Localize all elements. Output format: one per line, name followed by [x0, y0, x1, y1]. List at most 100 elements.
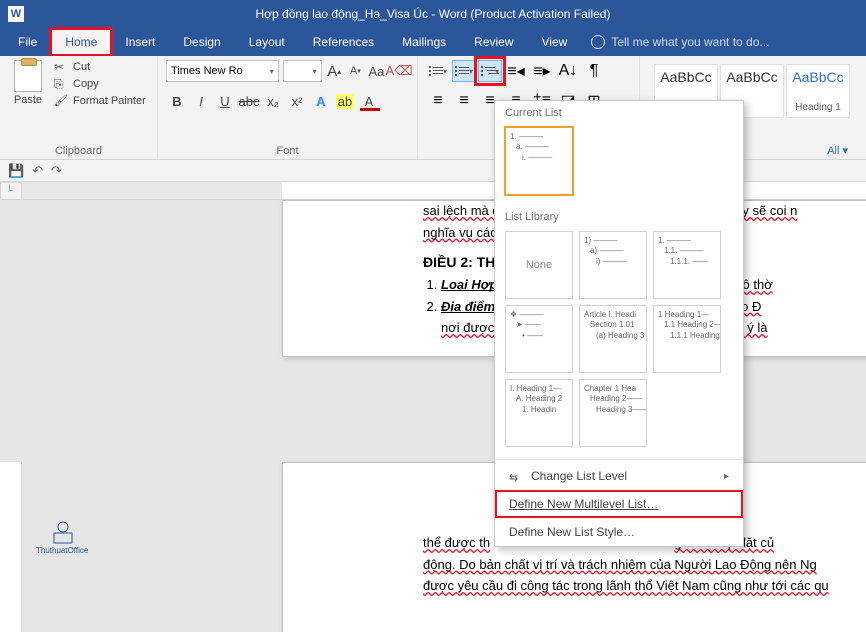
- list-thumb[interactable]: I. Heading 1—A. Heading 21. Headin: [505, 379, 573, 447]
- chevron-down-icon: ▾: [313, 67, 317, 76]
- tab-layout[interactable]: Layout: [235, 29, 299, 55]
- tab-insert[interactable]: Insert: [111, 29, 169, 55]
- tab-design[interactable]: Design: [169, 29, 234, 55]
- font-label: Font: [166, 145, 409, 157]
- tell-me-text: Tell me what you want to do...: [611, 35, 769, 49]
- bullets-icon: [429, 65, 443, 77]
- menu-item-label: Change List Level: [531, 469, 627, 483]
- list-thumb[interactable]: 1. ———1.1. ———1.1.1. ——: [653, 231, 721, 299]
- multilevel-list-panel: Current List 1. ——— a. ——— i. ——— List L…: [494, 100, 744, 547]
- save-button[interactable]: 💾: [8, 163, 24, 179]
- watermark-logo: ThuthuatOffice: [36, 518, 88, 555]
- change-case-button[interactable]: Aa: [368, 61, 385, 81]
- vertical-ruler[interactable]: [0, 462, 22, 632]
- define-multilevel-list-item[interactable]: Define New Multilevel List…: [495, 490, 743, 518]
- style-sample: AaBbCc: [657, 69, 715, 85]
- window-title: Hợp đồng lao động_Ha_Visa Úc - Word (Pro…: [256, 7, 611, 21]
- ruler-corner: L: [0, 182, 22, 200]
- chevron-down-icon: ▾: [469, 67, 473, 76]
- clear-format-button[interactable]: A⌫: [389, 61, 409, 81]
- strike-button[interactable]: abc: [238, 90, 260, 112]
- shrink-font-button[interactable]: A▾: [347, 61, 364, 81]
- font-size-select[interactable]: ▾: [283, 60, 322, 82]
- copy-label: Copy: [73, 78, 99, 90]
- style-heading1[interactable]: AaBbCc Heading 1: [786, 64, 850, 118]
- tab-view[interactable]: View: [528, 29, 582, 55]
- style-sample: AaBbCc: [723, 69, 781, 85]
- menu-item-label: Define New Multilevel List…: [509, 497, 658, 511]
- copy-button[interactable]: Copy: [54, 77, 146, 91]
- thumb-line: 1. ———: [510, 132, 568, 142]
- increase-indent-button[interactable]: ≡▸: [530, 60, 554, 82]
- cut-label: Cut: [73, 61, 90, 73]
- group-clipboard: Paste Cut Copy Format Painter Clipboard: [0, 56, 158, 159]
- format-painter-label: Format Painter: [73, 95, 146, 107]
- paste-label: Paste: [14, 94, 42, 106]
- grow-font-button[interactable]: A▴: [326, 61, 343, 81]
- tab-file[interactable]: File: [4, 29, 51, 55]
- list-thumb[interactable]: ❖ ———➤ ——• ——: [505, 305, 573, 373]
- body-text: động. Do bản chất vị trí và trách nhiệm …: [423, 555, 865, 575]
- tab-mailings[interactable]: Mailings: [388, 29, 460, 55]
- align-center-button[interactable]: ≡: [452, 90, 476, 112]
- font-name-value: Times New Ro: [171, 65, 243, 77]
- subscript-button[interactable]: x₂: [262, 90, 284, 112]
- chevron-down-icon: ▾: [495, 67, 499, 76]
- underline-button[interactable]: U: [214, 90, 236, 112]
- paste-button[interactable]: Paste: [8, 60, 48, 108]
- superscript-button[interactable]: x²: [286, 90, 308, 112]
- list-thumb[interactable]: 1) ———a) ———i) ———: [579, 231, 647, 299]
- panel-section-library: List Library: [495, 205, 743, 227]
- multilevel-list-button[interactable]: ▾: [478, 60, 502, 82]
- copy-icon: [54, 77, 68, 91]
- numbering-button[interactable]: ▾: [452, 60, 476, 82]
- show-marks-button[interactable]: ¶: [582, 60, 606, 82]
- chevron-down-icon: ▾: [443, 67, 447, 76]
- bullets-button[interactable]: ▾: [426, 60, 450, 82]
- list-thumb[interactable]: Article I. HeadiSection 1.01(a) Heading …: [579, 305, 647, 373]
- title-bar: W Hợp đồng lao động_Ha_Visa Úc - Word (P…: [0, 0, 866, 28]
- list-thumb-current[interactable]: 1. ——— a. ——— i. ———: [505, 127, 573, 195]
- highlight-button[interactable]: ab: [334, 90, 356, 112]
- list-thumb[interactable]: Chapter 1 HeaHeading 2——Heading 3——: [579, 379, 647, 447]
- cut-button[interactable]: Cut: [54, 60, 146, 74]
- align-left-button[interactable]: ≡: [426, 90, 450, 112]
- numbering-icon: [455, 65, 469, 77]
- bold-button[interactable]: B: [166, 90, 188, 112]
- redo-button[interactable]: ↷: [51, 163, 62, 179]
- bulb-icon: [591, 35, 605, 49]
- color-swatch: [360, 108, 380, 111]
- logo-text: ThuthuatOffice: [36, 546, 88, 555]
- define-list-style-item[interactable]: Define New List Style…: [495, 518, 743, 546]
- multilevel-icon: [481, 65, 495, 77]
- logo-icon: [47, 518, 77, 544]
- tell-me[interactable]: Tell me what you want to do...: [591, 35, 769, 49]
- text-effects-button[interactable]: A: [310, 90, 332, 112]
- body-text: thể được th: [423, 535, 490, 550]
- change-list-level-item[interactable]: Change List Level ▸: [495, 462, 743, 490]
- style-name: Heading 1: [789, 102, 847, 113]
- italic-button[interactable]: I: [190, 90, 212, 112]
- tab-review[interactable]: Review: [460, 29, 527, 55]
- font-color-button[interactable]: A: [358, 90, 380, 112]
- chevron-down-icon: ▾: [270, 67, 274, 76]
- decrease-indent-button[interactable]: ≡◂: [504, 60, 528, 82]
- word-icon: W: [8, 6, 24, 22]
- ribbon-tabs: File Home Insert Design Layout Reference…: [0, 28, 866, 56]
- list-thumb-none[interactable]: None: [505, 231, 573, 299]
- brush-icon: [54, 94, 68, 108]
- tab-references[interactable]: References: [299, 29, 388, 55]
- tab-home[interactable]: Home: [51, 29, 111, 55]
- list-thumb[interactable]: 1 Heading 1—1.1 Heading 2—1.1.1 Heading: [653, 305, 721, 373]
- format-painter-button[interactable]: Format Painter: [54, 94, 146, 108]
- thumb-line: i. ———: [522, 153, 568, 163]
- paste-icon: [14, 60, 42, 92]
- style-sample: AaBbCc: [789, 69, 847, 85]
- menu-item-label: Define New List Style…: [509, 525, 635, 539]
- chevron-right-icon: ▸: [724, 471, 729, 482]
- font-name-select[interactable]: Times New Ro ▾: [166, 60, 279, 82]
- panel-section-current: Current List: [495, 101, 743, 123]
- indent-icon: [509, 470, 523, 482]
- sort-button[interactable]: A↓: [556, 60, 580, 82]
- undo-button[interactable]: ↶: [32, 163, 43, 179]
